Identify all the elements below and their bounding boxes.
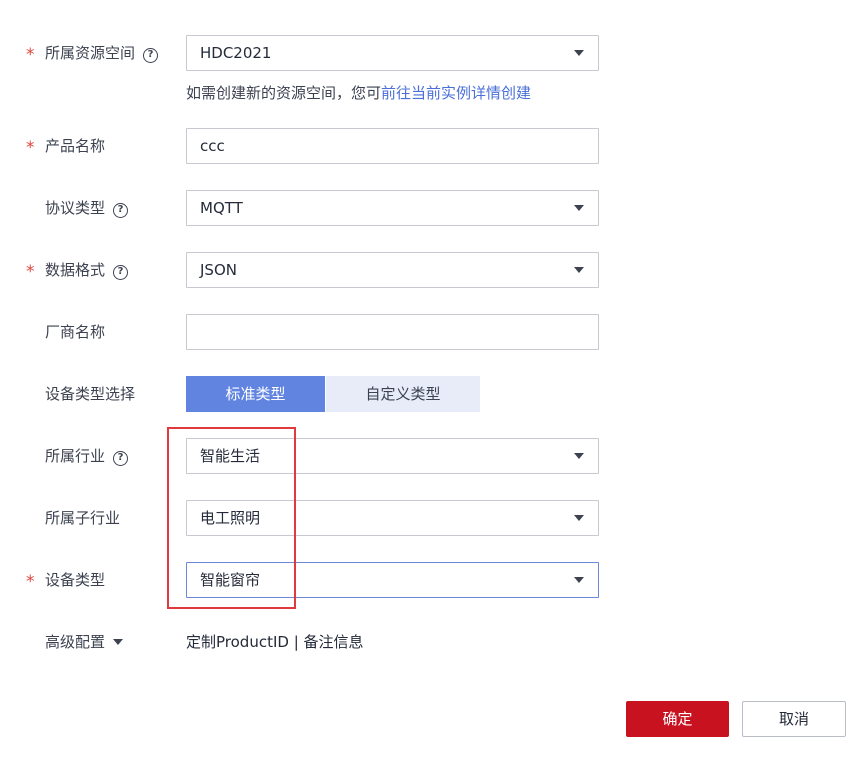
required-mark: * <box>26 45 35 65</box>
device-type-row: * 设备类型 智能窗帘 <box>0 562 865 598</box>
data-format-select[interactable]: JSON <box>186 252 599 288</box>
industry-row: 所属行业? 智能生活 <box>0 438 865 474</box>
chevron-down-icon <box>574 50 584 56</box>
sub-industry-row: 所属子行业 电工照明 <box>0 500 865 536</box>
workspace-value: HDC2021 <box>200 44 272 62</box>
required-mark: * <box>26 138 35 158</box>
chevron-down-icon <box>574 453 584 459</box>
required-mark: * <box>26 262 35 282</box>
protocol-select[interactable]: MQTT <box>186 190 599 226</box>
confirm-button[interactable]: 确定 <box>626 701 729 737</box>
highlight-annotation-box <box>167 427 296 609</box>
protocol-label: 协议类型? <box>45 190 129 226</box>
protocol-value: MQTT <box>200 199 243 217</box>
vendor-input[interactable] <box>186 314 599 350</box>
help-icon[interactable]: ? <box>143 48 159 63</box>
sub-industry-label: 所属子行业 <box>45 509 121 527</box>
segment-custom-type[interactable]: 自定义类型 <box>326 376 480 412</box>
device-type-label: 设备类型 <box>45 571 106 589</box>
chevron-down-icon <box>574 515 584 521</box>
advanced-row: 高级配置 定制ProductID | 备注信息 <box>0 624 865 660</box>
data-format-label: 数据格式? <box>45 252 129 288</box>
product-name-input[interactable]: ccc <box>186 128 599 164</box>
chevron-down-icon <box>574 205 584 211</box>
help-icon[interactable]: ? <box>113 451 129 466</box>
vendor-label: 厂商名称 <box>45 323 106 341</box>
device-type-select-label: 设备类型选择 <box>45 385 136 403</box>
data-format-row: * 数据格式? JSON <box>0 252 865 288</box>
workspace-hint: 如需创建新的资源空间，您可前往当前实例详情创建 <box>186 84 532 102</box>
chevron-down-icon <box>574 577 584 583</box>
workspace-create-link[interactable]: 前往当前实例详情创建 <box>381 84 531 102</box>
product-name-row: * 产品名称 ccc <box>0 128 865 164</box>
help-icon[interactable]: ? <box>113 265 129 280</box>
chevron-down-icon <box>113 639 124 645</box>
protocol-row: 协议类型? MQTT <box>0 190 865 226</box>
required-mark: * <box>26 572 35 592</box>
data-format-value: JSON <box>200 261 237 279</box>
device-type-segmented: 标准类型 自定义类型 <box>186 376 480 412</box>
cancel-button[interactable]: 取消 <box>742 701 846 737</box>
chevron-down-icon <box>574 267 584 273</box>
workspace-select[interactable]: HDC2021 <box>186 35 599 71</box>
product-name-value: ccc <box>200 137 225 155</box>
product-name-label: 产品名称 <box>45 137 106 155</box>
advanced-options[interactable]: 定制ProductID | 备注信息 <box>186 624 364 660</box>
segment-standard-type[interactable]: 标准类型 <box>186 376 325 412</box>
advanced-toggle[interactable]: 高级配置 <box>45 624 124 660</box>
workspace-row: * 所属资源空间? HDC2021 <box>0 35 865 71</box>
industry-label: 所属行业? <box>45 438 129 474</box>
help-icon[interactable]: ? <box>113 203 129 218</box>
workspace-label: 所属资源空间? <box>45 35 159 71</box>
vendor-row: 厂商名称 <box>0 314 865 350</box>
